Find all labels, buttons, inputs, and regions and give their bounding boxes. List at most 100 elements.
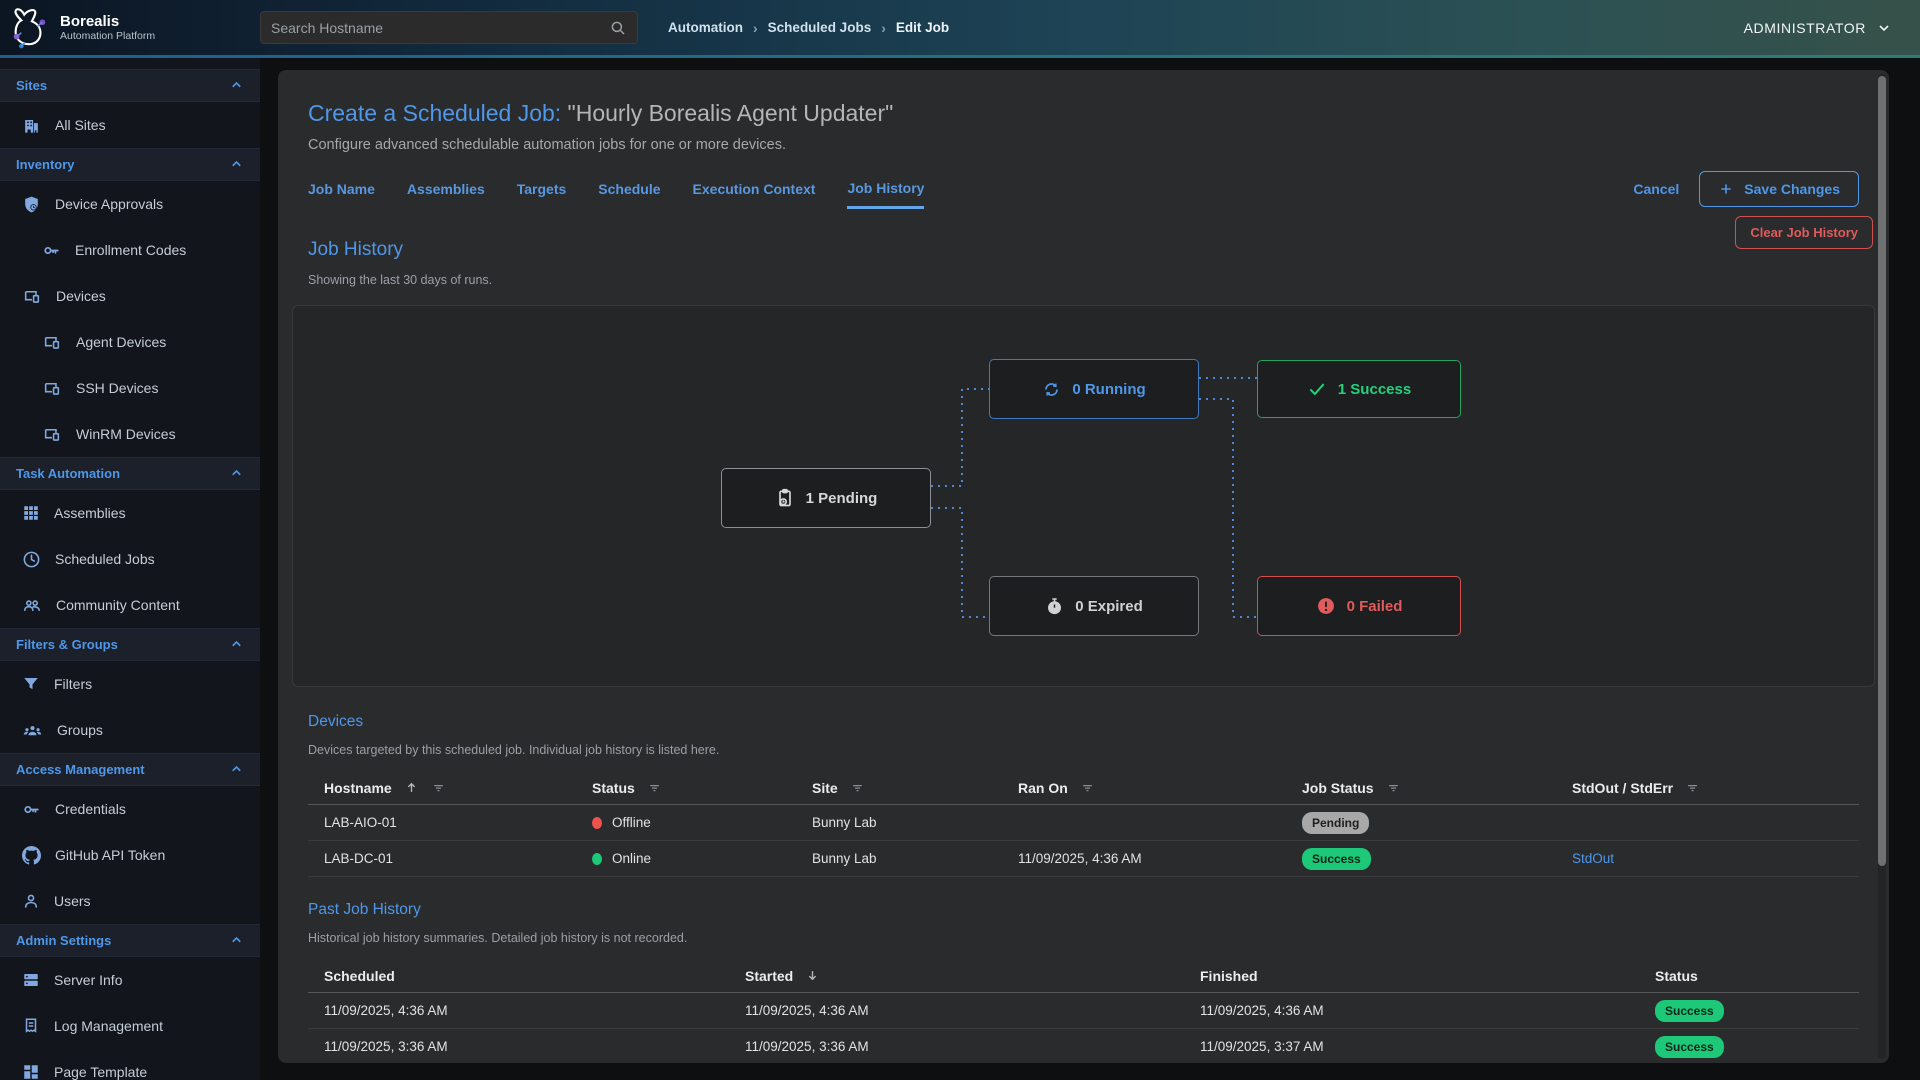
- filter-list-icon[interactable]: [1685, 780, 1700, 795]
- template-icon: [22, 1063, 40, 1080]
- sidebar-item-community-content[interactable]: Community Content: [0, 582, 260, 628]
- github-icon: [22, 846, 41, 865]
- sidebar-item-log-management[interactable]: Log Management: [0, 1003, 260, 1049]
- sidebar-item-assemblies[interactable]: Assemblies: [0, 490, 260, 536]
- error-icon: [1316, 596, 1336, 616]
- cancel-button[interactable]: Cancel: [1633, 181, 1679, 197]
- sort-desc-icon[interactable]: [805, 968, 820, 983]
- sidebar-item-agent-devices[interactable]: Agent Devices: [0, 319, 260, 365]
- col-started[interactable]: Started: [745, 968, 1200, 984]
- status-badge: Pending: [1302, 812, 1369, 834]
- flow-node-pending[interactable]: 1 Pending: [721, 468, 931, 528]
- col-site[interactable]: Site: [812, 780, 1018, 796]
- scrollbar-thumb[interactable]: [1878, 76, 1886, 866]
- item-label: Enrollment Codes: [75, 242, 186, 258]
- sidebar-section-task-automation[interactable]: Task Automation: [0, 457, 260, 490]
- sidebar-item-winrm-devices[interactable]: WinRM Devices: [0, 411, 260, 457]
- flow-node-expired[interactable]: 0 Expired: [989, 576, 1199, 636]
- col-status[interactable]: Status: [1655, 968, 1859, 984]
- sidebar-item-page-template[interactable]: Page Template: [0, 1049, 260, 1080]
- sidebar-item-server-info[interactable]: Server Info: [0, 957, 260, 1003]
- hostname-search[interactable]: [260, 11, 638, 44]
- filter-list-icon[interactable]: [1080, 780, 1095, 795]
- tab-job-history[interactable]: Job History: [847, 180, 924, 209]
- section-title: Inventory: [16, 157, 75, 172]
- devices-icon: [42, 425, 62, 444]
- search-icon[interactable]: [609, 19, 627, 37]
- save-changes-button[interactable]: Save Changes: [1699, 171, 1859, 207]
- filter-list-icon[interactable]: [1386, 780, 1401, 795]
- sidebar-item-scheduled-jobs[interactable]: Scheduled Jobs: [0, 536, 260, 582]
- flow-node-running[interactable]: 0 Running: [989, 359, 1199, 419]
- col-hostname[interactable]: Hostname: [308, 780, 592, 796]
- tab-assemblies[interactable]: Assemblies: [407, 181, 485, 207]
- col-ran-on[interactable]: Ran On: [1018, 780, 1302, 796]
- item-label: Page Template: [54, 1064, 147, 1080]
- flow-node-failed[interactable]: 0 Failed: [1257, 576, 1461, 636]
- server-icon: [22, 971, 40, 989]
- chevron-up-icon: [229, 466, 244, 481]
- col-status[interactable]: Status: [592, 780, 812, 796]
- sidebar-item-devices[interactable]: Devices: [0, 273, 260, 319]
- job-history-subheading: Showing the last 30 days of runs.: [308, 273, 1875, 287]
- past-job-history-subheading: Historical job history summaries. Detail…: [308, 931, 1875, 945]
- sidebar-item-all-sites[interactable]: All Sites: [0, 102, 260, 148]
- finished-cell: 11/09/2025, 3:37 AM: [1200, 1039, 1655, 1054]
- search-input[interactable]: [271, 20, 609, 36]
- sidebar-section-inventory[interactable]: Inventory: [0, 148, 260, 181]
- sidebar-section-filters-groups[interactable]: Filters & Groups: [0, 628, 260, 661]
- tab-targets[interactable]: Targets: [517, 181, 567, 207]
- user-icon: [22, 892, 40, 910]
- tab-schedule[interactable]: Schedule: [598, 181, 660, 207]
- tab-execution-context[interactable]: Execution Context: [693, 181, 816, 207]
- clipboard-clock-icon: [775, 488, 795, 508]
- sidebar-item-filters[interactable]: Filters: [0, 661, 260, 707]
- past-job-history-heading: Past Job History: [308, 901, 1875, 919]
- sidebar-item-ssh-devices[interactable]: SSH Devices: [0, 365, 260, 411]
- past-run-row[interactable]: 11/09/2025, 4:36 AM 11/09/2025, 4:36 AM …: [308, 993, 1859, 1029]
- sort-asc-icon[interactable]: [404, 780, 419, 795]
- chevron-up-icon: [229, 78, 244, 93]
- tab-job-name[interactable]: Job Name: [308, 181, 375, 207]
- col-scheduled[interactable]: Scheduled: [308, 968, 745, 984]
- col-job-status[interactable]: Job Status: [1302, 780, 1572, 796]
- sidebar: Sites All Sites Inventory Device Approva…: [0, 55, 260, 1080]
- device-row-lab-dc-01[interactable]: LAB-DC-01 Online Bunny Lab 11/09/2025, 4…: [308, 841, 1859, 877]
- sidebar-section-access-management[interactable]: Access Management: [0, 753, 260, 786]
- stdout-link[interactable]: StdOut: [1572, 851, 1614, 866]
- sidebar-item-users[interactable]: Users: [0, 878, 260, 924]
- device-row-lab-aio-01[interactable]: LAB-AIO-01 Offline Bunny Lab Pending: [308, 805, 1859, 841]
- sidebar-item-enrollment-codes[interactable]: Enrollment Codes: [0, 227, 260, 273]
- sidebar-item-github-api-token[interactable]: GitHub API Token: [0, 832, 260, 878]
- filter-list-icon[interactable]: [850, 780, 865, 795]
- sidebar-item-groups[interactable]: Groups: [0, 707, 260, 753]
- brand-subtitle: Automation Platform: [60, 30, 155, 42]
- sidebar-item-credentials[interactable]: Credentials: [0, 786, 260, 832]
- building-icon: [22, 116, 41, 135]
- flow-node-label: 1 Success: [1338, 381, 1411, 398]
- sidebar-section-admin-settings[interactable]: Admin Settings: [0, 924, 260, 957]
- job-history-heading: Job History: [308, 239, 1875, 261]
- flow-node-success[interactable]: 1 Success: [1257, 360, 1461, 418]
- past-table-header: Scheduled Started Finished Status: [308, 959, 1859, 993]
- filter-list-icon[interactable]: [647, 780, 662, 795]
- col-stdout-stderr[interactable]: StdOut / StdErr: [1572, 780, 1859, 796]
- status-cell: Success: [1655, 1000, 1859, 1022]
- sidebar-section-sites[interactable]: Sites: [0, 69, 260, 102]
- breadcrumb-scheduled-jobs[interactable]: Scheduled Jobs: [768, 20, 872, 35]
- clear-job-history-button[interactable]: Clear Job History: [1735, 216, 1873, 249]
- user-menu[interactable]: ADMINISTRATOR: [1744, 20, 1892, 36]
- check-icon: [1307, 379, 1327, 399]
- user-menu-label: ADMINISTRATOR: [1744, 20, 1866, 36]
- job-status-cell: Success: [1302, 848, 1572, 870]
- past-run-row[interactable]: 11/09/2025, 3:36 AM 11/09/2025, 3:36 AM …: [308, 1029, 1859, 1063]
- devices-icon: [22, 287, 42, 306]
- flow-node-label: 0 Failed: [1347, 598, 1403, 615]
- col-finished[interactable]: Finished: [1200, 968, 1655, 984]
- key-icon: [22, 800, 41, 819]
- sidebar-item-device-approvals[interactable]: Device Approvals: [0, 181, 260, 227]
- breadcrumb-separator: ›: [753, 20, 758, 36]
- started-cell: 11/09/2025, 3:36 AM: [745, 1039, 1200, 1054]
- filter-list-icon[interactable]: [431, 780, 446, 795]
- breadcrumb-automation[interactable]: Automation: [668, 20, 743, 35]
